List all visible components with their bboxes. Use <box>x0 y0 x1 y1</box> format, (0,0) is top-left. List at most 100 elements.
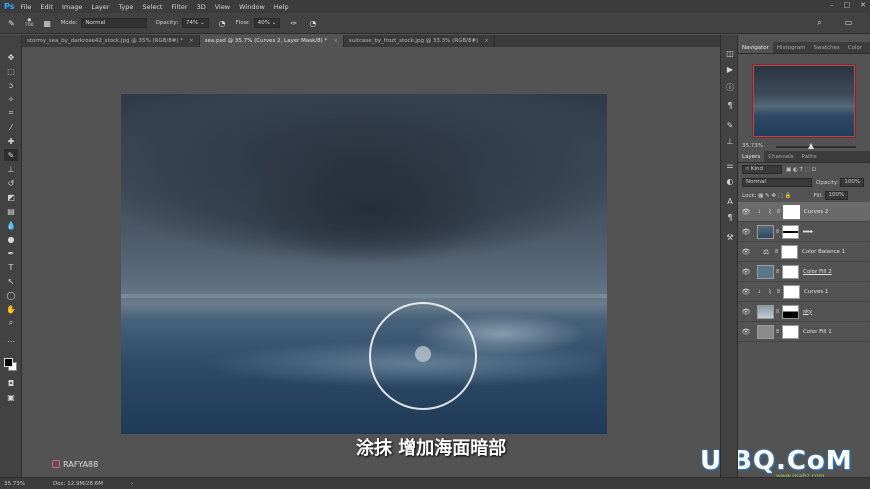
airbrush-icon[interactable]: ✑ <box>288 18 299 29</box>
visibility-eye-icon[interactable]: 👁 <box>741 308 751 316</box>
layer-row-sea[interactable]: 👁 8 sea <box>738 222 870 242</box>
brush-settings-icon[interactable]: ✎ <box>724 119 736 131</box>
filter-icons[interactable]: ▣ ◐ T ⬚ ⊡ <box>786 167 816 173</box>
document-canvas[interactable] <box>121 94 607 434</box>
layer-row-sky[interactable]: 👁 8 sky <box>738 302 870 322</box>
healing-tool-icon[interactable]: ✚ <box>4 135 18 147</box>
tab-color[interactable]: Color <box>844 42 866 53</box>
zoom-slider-thumb[interactable] <box>808 143 814 149</box>
menu-3d[interactable]: 3D <box>197 3 206 11</box>
menu-layer[interactable]: Layer <box>91 3 109 11</box>
zoom-slider[interactable] <box>776 146 856 148</box>
brush-tool-icon[interactable]: ✎ <box>4 149 18 161</box>
tab-swatches[interactable]: Swatches <box>809 42 843 53</box>
visibility-eye-icon[interactable]: 👁 <box>741 248 751 256</box>
close-tab-icon[interactable]: × <box>484 38 489 44</box>
brush-tool-icon[interactable]: ✎ <box>6 18 17 29</box>
doc-tab-suitcase[interactable]: suitcase_by_frozt_stock.jpg @ 33.3% (RGB… <box>344 35 495 47</box>
dodge-tool-icon[interactable]: ● <box>4 233 18 245</box>
menu-help[interactable]: Help <box>274 3 289 11</box>
marquee-tool-icon[interactable]: ⬚ <box>4 65 18 77</box>
tab-navigator[interactable]: Navigator <box>738 42 773 53</box>
pressure-opacity-icon[interactable]: ◔ <box>217 18 228 29</box>
adjustments-icon[interactable]: ◐ <box>724 175 736 187</box>
menu-window[interactable]: Window <box>239 3 265 11</box>
menu-image[interactable]: Image <box>62 3 82 11</box>
history-brush-tool-icon[interactable]: ↺ <box>4 177 18 189</box>
layer-mask-thumbnail[interactable] <box>782 304 799 319</box>
layer-mask-thumbnail[interactable] <box>782 324 799 339</box>
menu-view[interactable]: View <box>215 3 230 11</box>
status-zoom[interactable]: 35.73% <box>4 481 25 487</box>
info-icon[interactable]: ⓘ <box>724 81 736 93</box>
foreground-color-swatch[interactable] <box>4 358 13 367</box>
hand-tool-icon[interactable]: ✋ <box>4 303 18 315</box>
menu-file[interactable]: File <box>20 3 31 11</box>
kind-filter-select[interactable]: ⌕ Kind <box>742 165 782 174</box>
crop-tool-icon[interactable]: ⌗ <box>4 107 18 119</box>
zoom-tool-icon[interactable]: ⌕ <box>4 317 18 329</box>
clone-stamp-tool-icon[interactable]: ⊥ <box>4 163 18 175</box>
status-arrow-icon[interactable]: › <box>131 481 133 487</box>
more-tools-icon[interactable]: … <box>4 333 18 345</box>
menu-select[interactable]: Select <box>142 3 162 11</box>
opacity-field[interactable]: 74% ⌄ <box>182 18 209 28</box>
character-icon[interactable]: A <box>724 195 736 207</box>
path-select-tool-icon[interactable]: ↖ <box>4 275 18 287</box>
menu-filter[interactable]: Filter <box>171 3 187 11</box>
properties-icon[interactable]: ⚌ <box>724 159 736 171</box>
tab-paths[interactable]: Paths <box>798 151 821 162</box>
navigator-zoom-value[interactable]: 35.73% <box>742 143 763 149</box>
visibility-eye-icon[interactable]: 👁 <box>741 208 751 216</box>
paragraph-styles-icon[interactable]: ¶ <box>724 211 736 223</box>
lasso-tool-icon[interactable]: ↄ <box>4 79 18 91</box>
history-icon[interactable]: ◫ <box>724 47 736 59</box>
shape-tool-icon[interactable]: ◯ <box>4 289 18 301</box>
search-icon[interactable]: ⌕ <box>814 17 825 28</box>
tab-layers[interactable]: Layers <box>738 151 765 162</box>
layer-mask-thumbnail[interactable] <box>781 244 798 259</box>
layer-opacity-field[interactable]: 100% <box>840 178 865 187</box>
menu-edit[interactable]: Edit <box>40 3 53 11</box>
fill-color-thumbnail[interactable] <box>757 264 774 279</box>
tool-presets-icon[interactable]: ⚒ <box>724 231 736 243</box>
layer-thumbnail[interactable] <box>757 304 774 319</box>
gradient-tool-icon[interactable]: ▤ <box>4 205 18 217</box>
visibility-eye-icon[interactable]: 👁 <box>741 328 751 336</box>
blur-tool-icon[interactable]: 💧 <box>4 219 18 231</box>
mode-select[interactable]: Normal <box>81 18 148 28</box>
pen-tool-icon[interactable]: ✒ <box>4 247 18 259</box>
lock-icons[interactable]: ▦ ✎ ✥ ⬚ 🔒 <box>758 193 791 199</box>
close-tab-icon[interactable]: × <box>189 38 194 44</box>
visibility-eye-icon[interactable]: 👁 <box>741 228 751 236</box>
paragraph-icon[interactable]: ¶ <box>724 99 736 111</box>
layer-thumbnail[interactable] <box>757 224 774 239</box>
move-tool-icon[interactable]: ✥ <box>4 51 18 63</box>
doc-tab-sea-psd[interactable]: sea.psd @ 35.7% (Curves 2, Layer Mask/8)… <box>199 35 344 47</box>
quick-select-tool-icon[interactable]: ✧ <box>4 93 18 105</box>
visibility-eye-icon[interactable]: 👁 <box>741 268 751 276</box>
minimize-icon[interactable]: – <box>830 1 834 9</box>
maximize-icon[interactable]: □ <box>844 1 851 9</box>
layer-mask-thumbnail[interactable] <box>783 284 800 299</box>
layer-row-color-fill-2[interactable]: 👁 8 Color Fill 2 <box>738 262 870 282</box>
layer-mask-thumbnail[interactable] <box>783 204 800 219</box>
type-tool-icon[interactable]: T <box>4 261 18 273</box>
clone-source-icon[interactable]: ⊥ <box>724 135 736 147</box>
tab-channels[interactable]: Channels <box>764 151 797 162</box>
workspace-icon[interactable]: ▭ <box>843 17 854 28</box>
screen-mode-icon[interactable]: ▣ <box>4 391 18 403</box>
layer-row-curves-1[interactable]: 👁 ↓ ⌇ 8 Curves 1 <box>738 282 870 302</box>
doc-tab-stormy-sea[interactable]: stormy_sea_by_darkrose42_stock.jpg @ 35%… <box>22 35 200 47</box>
brush-preset-picker[interactable]: ● 700 <box>25 18 34 28</box>
menu-type[interactable]: Type <box>118 3 133 11</box>
play-action-icon[interactable]: ▶ <box>724 63 736 75</box>
eraser-tool-icon[interactable]: ◩ <box>4 191 18 203</box>
brush-panel-icon[interactable]: ▦ <box>42 18 53 29</box>
fill-color-thumbnail[interactable] <box>757 324 774 339</box>
flow-field[interactable]: 40% ⌄ <box>253 18 281 28</box>
layer-mask-thumbnail[interactable] <box>782 224 799 239</box>
layer-row-curves-2[interactable]: 👁 ↓ ⌇ 8 Curves 2 <box>738 202 870 222</box>
tab-histogram[interactable]: Histogram <box>773 42 810 53</box>
navigator-view-box[interactable] <box>753 65 855 137</box>
